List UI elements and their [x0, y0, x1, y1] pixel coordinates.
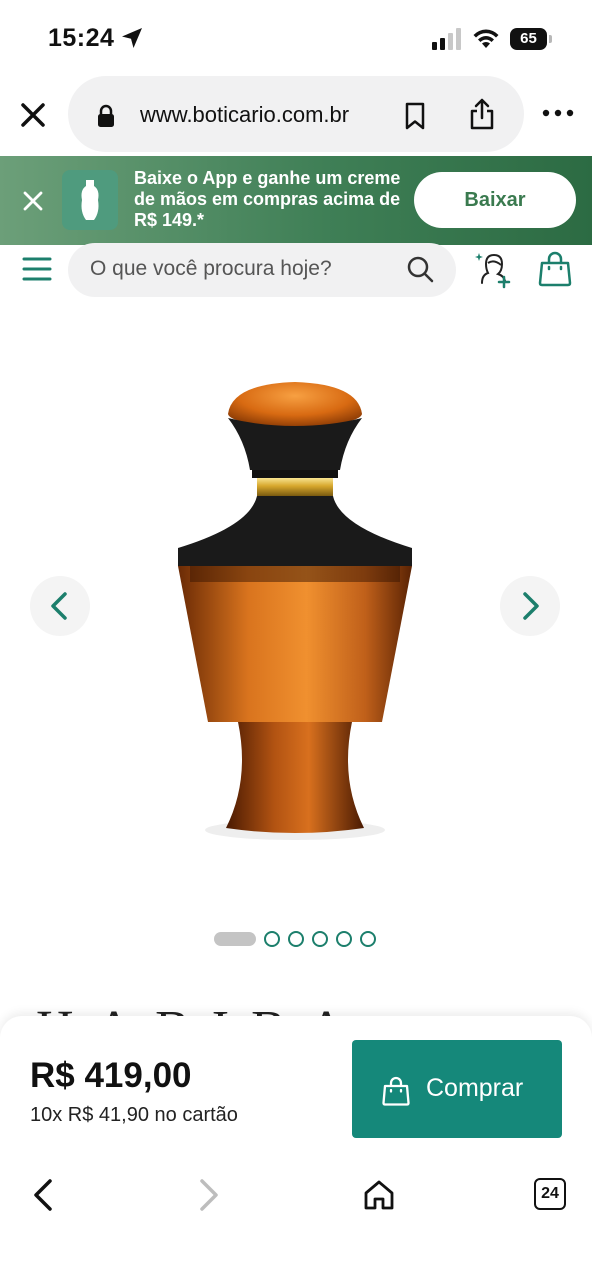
pagination-dot[interactable] [336, 931, 352, 947]
banner-text: Baixe o App e ganhe um creme de mãos em … [134, 168, 401, 230]
share-icon[interactable] [468, 98, 496, 130]
gallery-next-button[interactable] [500, 576, 560, 636]
pagination-dot[interactable] [264, 931, 280, 947]
battery-icon: 65 [510, 28, 552, 50]
buy-button[interactable]: Comprar [352, 1040, 562, 1138]
gallery-pagination [214, 930, 394, 948]
chevron-left-icon [51, 592, 67, 620]
close-icon[interactable] [22, 190, 44, 212]
search-icon[interactable] [406, 255, 434, 283]
pagination-dot[interactable] [360, 931, 376, 947]
back-icon[interactable] [30, 1178, 56, 1212]
wifi-icon [473, 29, 499, 48]
search-placeholder: O que você procura hoje? [90, 257, 332, 280]
tabs-icon[interactable]: 24 [534, 1178, 566, 1210]
product-price: R$ 419,00 [30, 1056, 192, 1095]
browser-toolbar: 24 [0, 1166, 592, 1280]
bag-icon[interactable] [538, 251, 572, 287]
purchase-bar: R$ 419,00 10x R$ 41,90 no cartão Comprar [0, 1016, 592, 1166]
bag-icon [382, 1076, 410, 1106]
product-image [178, 382, 412, 840]
browser-url-row: www.boticario.com.br [0, 74, 592, 158]
forward-icon[interactable] [196, 1178, 222, 1212]
close-icon[interactable] [16, 98, 50, 132]
more-icon[interactable] [542, 108, 574, 118]
signal-icon [432, 28, 461, 50]
battery-level: 65 [520, 30, 537, 47]
lock-icon [98, 104, 114, 127]
site-header: O que você procura hoje? [0, 243, 592, 305]
status-bar: 15:24 65 [0, 0, 592, 76]
gallery-prev-button[interactable] [30, 576, 90, 636]
app-download-banner: Baixe o App e ganhe um creme de mãos em … [0, 156, 592, 245]
pagination-dot[interactable] [288, 931, 304, 947]
status-time: 15:24 [48, 24, 115, 52]
pagination-dot-active[interactable] [214, 932, 256, 946]
download-app-button[interactable]: Baixar [414, 172, 576, 228]
buy-button-label: Comprar [426, 1074, 524, 1102]
address-bar[interactable]: www.boticario.com.br [68, 76, 524, 152]
bookmark-icon[interactable] [404, 102, 426, 130]
app-logo-icon [62, 170, 118, 230]
installments-text: 10x R$ 41,90 no cartão [30, 1104, 238, 1126]
menu-icon[interactable] [22, 255, 52, 283]
url-text[interactable]: www.boticario.com.br [140, 102, 349, 128]
home-icon[interactable] [362, 1178, 396, 1212]
search-input[interactable]: O que você procura hoje? [68, 243, 456, 297]
chevron-right-icon [523, 592, 539, 620]
location-arrow-icon [122, 28, 142, 48]
pagination-dot[interactable] [312, 931, 328, 947]
profile-icon[interactable] [474, 249, 514, 289]
